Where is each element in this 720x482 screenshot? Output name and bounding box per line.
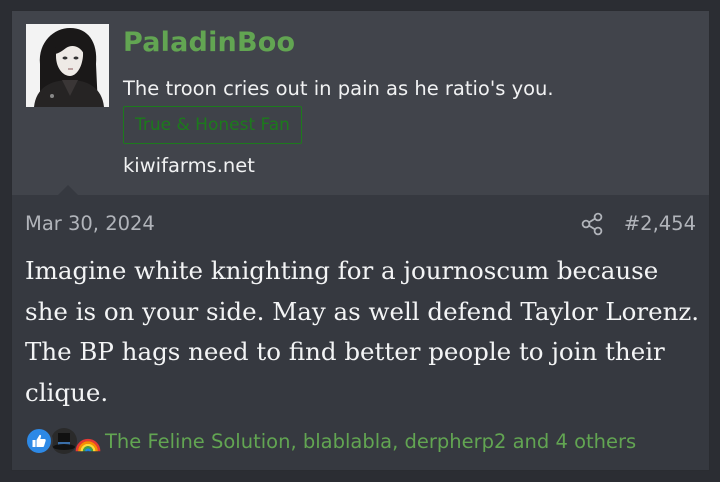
avatar[interactable] <box>26 24 109 107</box>
post-date[interactable]: Mar 30, 2024 <box>25 212 155 235</box>
rainbow-icon <box>75 428 101 454</box>
share-icon[interactable] <box>579 211 605 237</box>
user-info-block: PaladinBoo The troon cries out in pain a… <box>12 11 709 195</box>
post-number-link[interactable]: #2,454 <box>624 212 696 235</box>
thumbs-up-icon <box>25 427 53 455</box>
user-banner: True & Honest Fan <box>123 106 302 144</box>
user-site: kiwifarms.net <box>123 154 255 177</box>
post-card: PaladinBoo The troon cries out in pain a… <box>11 10 710 471</box>
user-block-arrow <box>58 185 78 195</box>
username[interactable]: PaladinBoo <box>123 27 295 58</box>
avatar-image <box>26 24 109 107</box>
top-hat-icon <box>51 428 77 454</box>
reactions-bar[interactable]: The Feline Solution, blablabla, derpherp… <box>25 425 636 457</box>
user-title: The troon cries out in pain as he ratio'… <box>123 77 554 100</box>
post-message: Imagine white knighting for a journoscum… <box>25 256 700 407</box>
reaction-users-list[interactable]: The Feline Solution, blablabla, derpherp… <box>105 430 636 453</box>
